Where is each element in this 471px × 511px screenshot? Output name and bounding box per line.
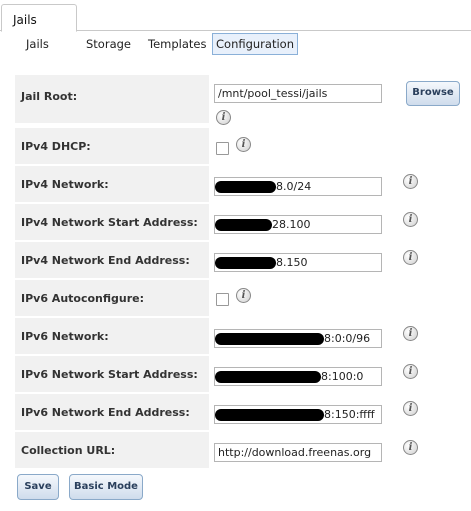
redaction-mark [215,409,324,421]
jail-root-input[interactable]: /mnt/pool_tessi/jails [214,84,382,103]
ipv6-autoconfigure-label: IPv6 Autoconfigure: [21,292,145,305]
ipv6-network-label: IPv6 Network: [21,330,109,343]
top-tab-bar: Jails [0,0,471,32]
label-cell: IPv4 DHCP: [15,128,209,164]
subtab-jails[interactable]: Jails [26,37,49,51]
ipv6-start-label: IPv6 Network Start Address: [21,368,198,381]
info-icon[interactable]: i [403,212,418,227]
jail-root-label: Jail Root: [21,90,78,103]
tab-jails-main-label: Jails [13,13,37,27]
label-cell: Jail Root: [15,75,209,123]
ipv4-dhcp-label: IPv4 DHCP: [21,140,91,153]
ipv4-start-label: IPv4 Network Start Address: [21,216,198,229]
info-icon[interactable]: i [403,440,418,455]
basic-mode-button[interactable]: Basic Mode [69,474,143,500]
label-cell: IPv4 Network Start Address: [15,204,209,240]
info-icon[interactable]: i [216,110,231,125]
ipv6-network-input[interactable]: 8:0:0/96 [214,329,382,348]
ipv4-end-input[interactable]: 8.150 [214,253,382,272]
collection-url-input[interactable]: http://download.freenas.org [214,443,382,462]
label-cell: Collection URL: [15,432,209,468]
ipv4-dhcp-checkbox[interactable] [216,142,229,155]
collection-url-label: Collection URL: [21,444,116,457]
label-cell: IPv6 Network Start Address: [15,356,209,392]
ipv6-end-input[interactable]: 8:150:ffff [214,405,382,424]
save-button[interactable]: Save [17,474,59,500]
redaction-mark [215,333,324,345]
ipv4-network-label: IPv4 Network: [21,178,109,191]
ipv4-end-value: 8.150 [276,256,308,269]
label-cell: IPv6 Autoconfigure: [15,280,209,316]
ipv6-autoconfigure-checkbox[interactable] [216,293,229,306]
label-cell: IPv4 Network: [15,166,209,202]
info-icon[interactable]: i [403,174,418,189]
ipv6-end-label: IPv6 Network End Address: [21,406,190,419]
info-icon[interactable]: i [236,137,251,152]
redaction-mark [215,371,321,383]
subtab-configuration[interactable]: Configuration [212,33,298,55]
info-icon[interactable]: i [403,364,418,379]
ipv4-network-input[interactable]: 8.0/24 [214,177,382,196]
info-icon[interactable]: i [403,326,418,341]
label-cell: IPv6 Network End Address: [15,394,209,430]
ipv4-start-value: 28.100 [272,218,311,231]
info-icon[interactable]: i [403,401,418,416]
info-icon[interactable]: i [236,288,251,303]
label-cell: IPv6 Network: [15,318,209,354]
ipv6-end-value: 8:150:ffff [324,408,375,421]
redaction-mark [215,181,276,193]
ipv4-start-input[interactable]: 28.100 [214,215,382,234]
label-cell: IPv4 Network End Address: [15,242,209,278]
ipv6-network-value: 8:0:0/96 [324,332,371,345]
ipv4-network-value: 8.0/24 [276,180,312,193]
ipv6-start-input[interactable]: 8:100:0 [214,367,382,386]
ipv4-end-label: IPv4 Network End Address: [21,254,190,267]
browse-button[interactable]: Browse [406,81,460,106]
tab-jails-main[interactable]: Jails [1,4,77,32]
info-icon[interactable]: i [403,250,418,265]
redaction-mark [215,219,272,231]
ipv6-start-value: 8:100:0 [321,370,364,383]
subtab-storage[interactable]: Storage [86,37,131,51]
redaction-mark [215,257,276,269]
subtab-templates[interactable]: Templates [148,37,206,51]
